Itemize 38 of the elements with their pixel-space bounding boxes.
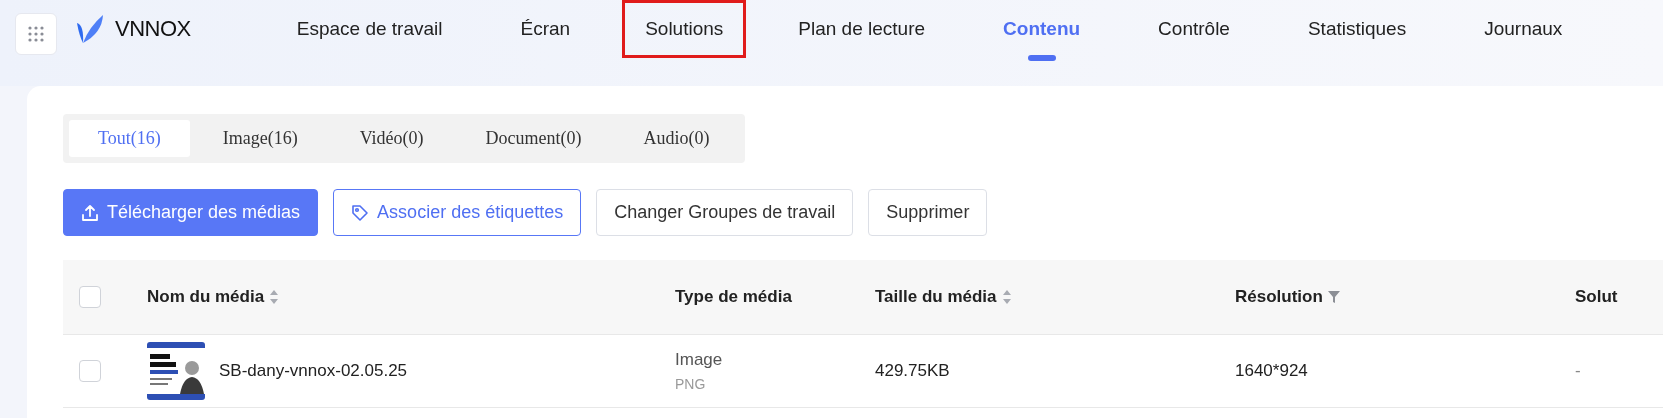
table-cell: - [1575, 361, 1581, 380]
logo-text: VNNOX [115, 16, 191, 42]
filter-icon[interactable] [1327, 291, 1340, 303]
action-button[interactable]: Changer Groupes de travail [596, 189, 854, 236]
column-header: Résolution [1235, 287, 1323, 307]
action-button[interactable]: Supprimer [868, 189, 988, 236]
filter-tab[interactable]: Vidéo(0) [330, 120, 453, 157]
apps-menu-button[interactable] [15, 13, 57, 55]
nav-item[interactable]: Statistiques [1281, 0, 1433, 58]
column-header: Taille du média [875, 287, 997, 307]
nav-item[interactable]: Journaux [1458, 0, 1589, 58]
nav-item[interactable]: Espace de travail [270, 0, 469, 58]
sort-icon[interactable] [1001, 289, 1012, 305]
action-button[interactable]: Télécharger des médias [63, 189, 319, 236]
media-resolution: 1640*924 [1235, 361, 1308, 380]
select-all-checkbox[interactable] [79, 286, 101, 308]
nav-item[interactable]: Plan de lecture [772, 0, 952, 58]
media-size: 429.75KB [875, 361, 950, 380]
media-name: SB-dany-vnnox-02.05.25 [219, 361, 408, 381]
grid-icon [27, 25, 45, 43]
tag-icon [351, 203, 370, 222]
filter-tab[interactable]: Image(16) [193, 120, 327, 157]
nav-item[interactable]: Solutions [622, 0, 747, 58]
column-header: Solut [1575, 287, 1618, 307]
row-checkbox[interactable] [79, 360, 101, 382]
filter-tab[interactable]: Document(0) [456, 120, 611, 157]
nav-item[interactable]: Contenu [977, 0, 1107, 58]
filter-tab[interactable]: Audio(0) [614, 120, 739, 157]
media-type: Image [675, 350, 724, 370]
filter-tab[interactable]: Tout(16) [69, 120, 190, 157]
sort-icon[interactable] [269, 289, 280, 305]
media-format: PNG [675, 376, 707, 392]
column-header: Type de média [675, 287, 792, 307]
nav-item[interactable]: Écran [494, 0, 597, 58]
action-button[interactable]: Associer des étiquettes [333, 189, 582, 236]
upload-icon [81, 203, 99, 222]
column-header: Nom du média [147, 287, 265, 307]
nav-item[interactable]: Contrôle [1132, 0, 1256, 58]
